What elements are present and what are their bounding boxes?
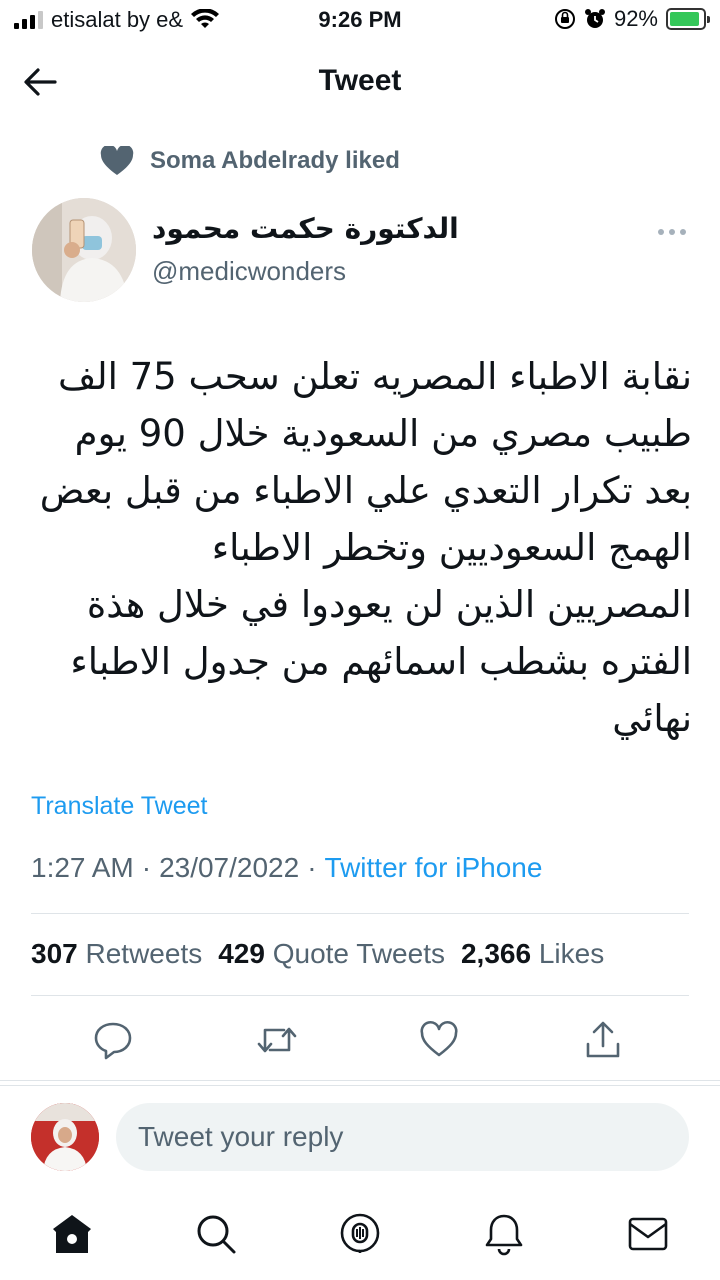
divider xyxy=(0,1080,720,1081)
tweet-time: 1:27 AM xyxy=(31,852,134,883)
likes-count: 2,366 xyxy=(460,938,532,969)
author-name[interactable]: الدكتورة حكمت محمود xyxy=(152,212,459,245)
retweets-label: Retweets xyxy=(85,938,203,969)
tweet-text: نقابة الاطباء المصريه تعلن سحب 75 الف طب… xyxy=(39,355,692,740)
like-button[interactable] xyxy=(419,1020,459,1060)
reply-button[interactable] xyxy=(93,1020,133,1060)
share-icon xyxy=(586,1021,620,1058)
tweet-actions xyxy=(0,1020,720,1062)
divider xyxy=(31,995,689,996)
tab-spaces[interactable] xyxy=(338,1212,382,1256)
battery-charging-icon xyxy=(666,8,710,30)
reply-input[interactable] xyxy=(116,1103,689,1171)
avatar-image xyxy=(32,198,136,302)
author-avatar[interactable] xyxy=(32,198,136,302)
meta-separator: · xyxy=(141,852,152,883)
dot-icon xyxy=(680,229,686,235)
tweet-metadata: 1:27 AM · 23/07/2022 · Twitter for iPhon… xyxy=(31,852,542,884)
tab-notifications[interactable] xyxy=(482,1212,526,1256)
battery-percent: 92% xyxy=(613,6,658,31)
translate-tweet-link[interactable]: Translate Tweet xyxy=(31,792,207,821)
bottom-tab-bar xyxy=(0,1200,720,1280)
tweet-date: 23/07/2022 xyxy=(159,852,300,883)
quotes-count: 429 xyxy=(218,938,265,969)
retweet-icon xyxy=(257,1027,297,1053)
social-context[interactable]: Soma Abdelrady liked xyxy=(100,146,400,176)
more-options-button[interactable] xyxy=(652,220,692,244)
tab-search[interactable] xyxy=(194,1212,238,1256)
notifications-icon xyxy=(485,1214,523,1256)
likes-label: Likes xyxy=(538,938,605,969)
home-icon xyxy=(53,1215,91,1253)
quotes-label: Quote Tweets xyxy=(272,938,445,969)
avatar-image xyxy=(31,1103,99,1171)
like-icon xyxy=(420,1020,458,1057)
dot-icon xyxy=(669,229,675,235)
status-bar: etisalat by e& 9:26 PM 92% xyxy=(0,0,720,40)
tab-messages[interactable] xyxy=(626,1212,670,1256)
messages-icon xyxy=(628,1217,668,1251)
tweet-source-link[interactable]: Twitter for iPhone xyxy=(325,852,543,884)
reply-icon xyxy=(94,1022,132,1060)
top-header: Tweet xyxy=(0,40,720,124)
tweet-stats: 307 Retweets 429 Quote Tweets 2,366 Like… xyxy=(31,938,604,970)
my-avatar[interactable] xyxy=(31,1103,99,1171)
social-context-text: Soma Abdelrady liked xyxy=(150,147,400,174)
retweet-button[interactable] xyxy=(256,1020,297,1060)
likes-stat[interactable]: 2,366 Likes xyxy=(461,938,604,970)
share-button[interactable] xyxy=(583,1020,623,1060)
retweets-count: 307 xyxy=(31,938,78,969)
alarm-icon xyxy=(584,9,605,28)
retweets-stat[interactable]: 307 Retweets xyxy=(31,938,202,970)
heart-filled-icon xyxy=(100,146,134,175)
page-title: Tweet xyxy=(318,64,402,97)
divider xyxy=(31,913,689,914)
quotes-stat[interactable]: 429 Quote Tweets xyxy=(218,938,445,970)
meta-separator: · xyxy=(307,852,317,883)
tab-home[interactable] xyxy=(50,1212,94,1256)
author-handle[interactable]: @medicwonders xyxy=(152,256,346,287)
search-icon xyxy=(197,1215,236,1254)
dot-icon xyxy=(658,229,664,235)
divider xyxy=(0,1085,720,1086)
orientation-lock-icon xyxy=(554,9,575,29)
spaces-icon xyxy=(340,1213,380,1253)
status-right: 92% xyxy=(554,6,710,32)
